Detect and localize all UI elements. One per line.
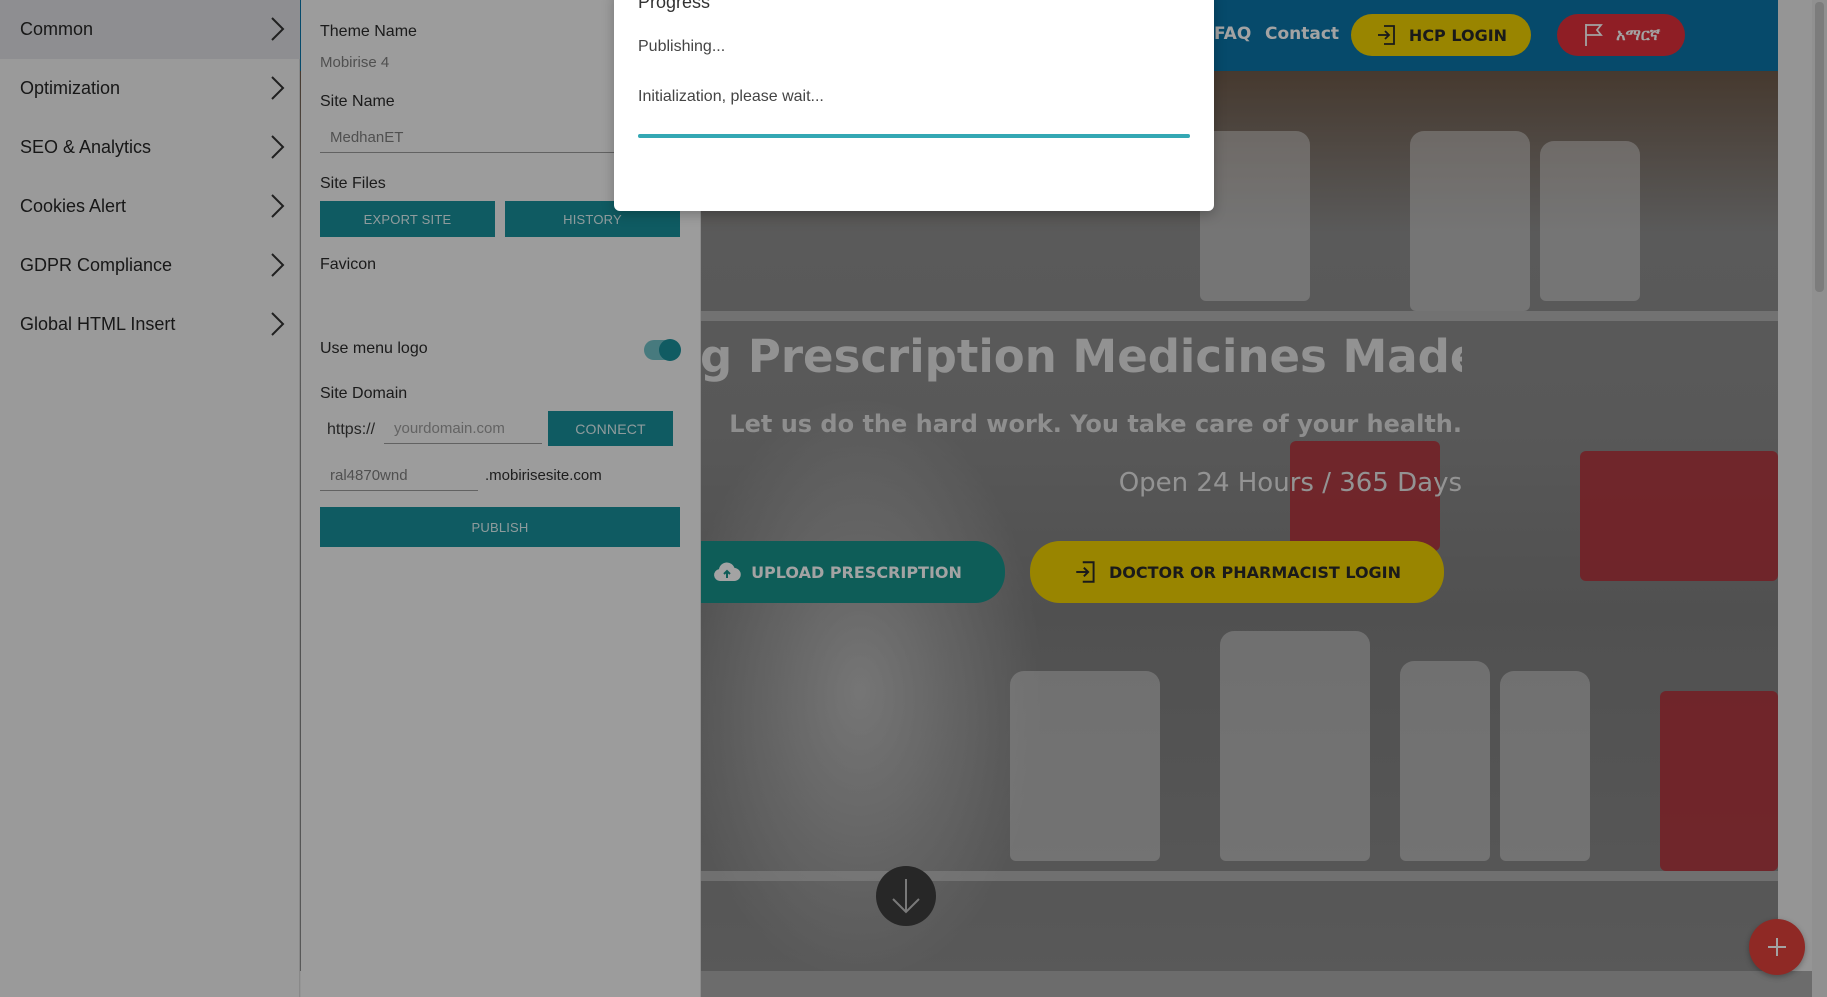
modal-message: Initialization, please wait... (638, 88, 824, 105)
modal-title: Progress (638, 0, 711, 12)
progress-bar (638, 134, 1190, 138)
progress-modal: Progress Publishing... Initialization, p… (614, 0, 1214, 211)
progress-bar-fill (638, 134, 1190, 138)
modal-status: Publishing... (638, 38, 726, 55)
